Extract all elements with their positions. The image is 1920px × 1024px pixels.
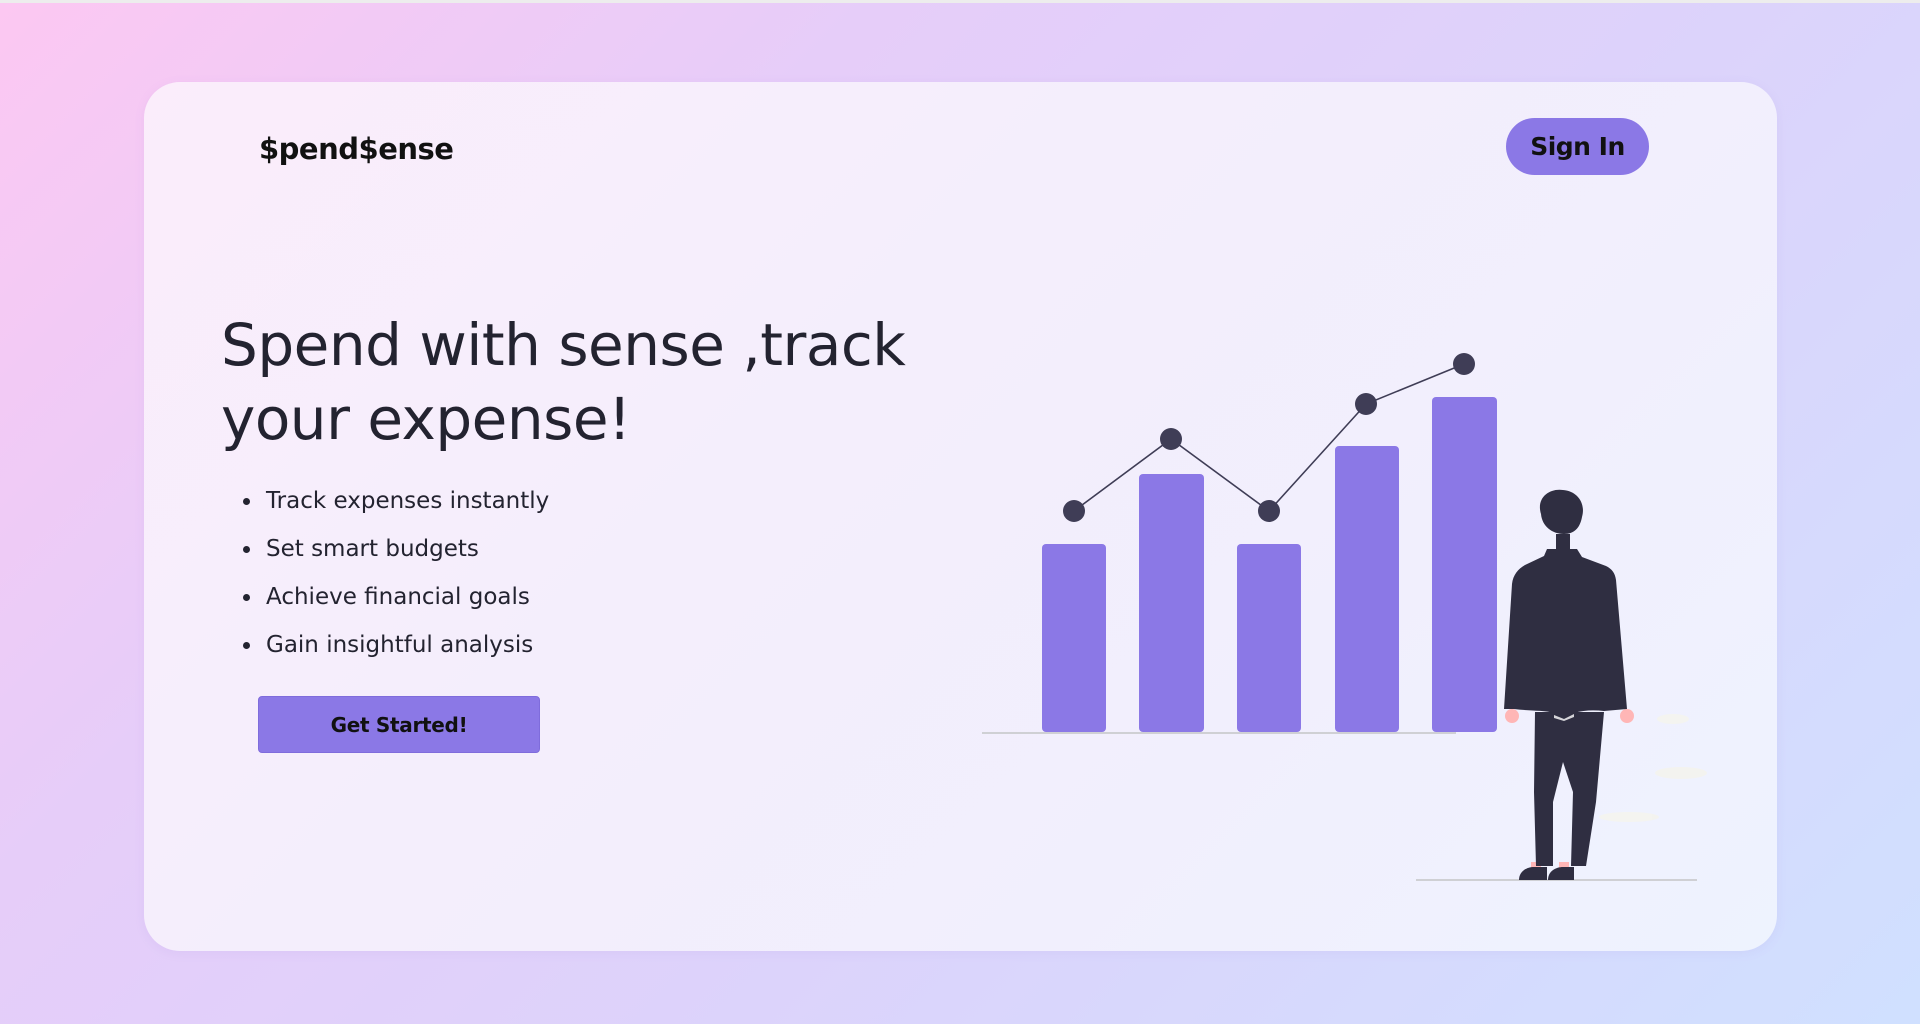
person-shoe: [1519, 867, 1547, 880]
brand-logo[interactable]: $pend$ense: [259, 132, 454, 166]
feature-item: Gain insightful analysis: [242, 621, 549, 669]
feature-list: Track expenses instantly Set smart budge…: [221, 477, 549, 669]
person-jacket: [1504, 549, 1627, 718]
chart-bars: [1042, 397, 1497, 732]
faint-decoration: [1599, 714, 1707, 822]
chart-bar: [1042, 544, 1106, 732]
chart-bar: [1432, 397, 1497, 732]
feature-item: Achieve financial goals: [242, 573, 549, 621]
chart-bar: [1237, 544, 1301, 732]
trend-point: [1355, 393, 1377, 415]
trend-point: [1258, 500, 1280, 522]
chart-bar: [1139, 474, 1204, 732]
person-hand: [1505, 709, 1519, 723]
chart-bar: [1335, 446, 1399, 732]
person-hand: [1620, 709, 1634, 723]
growth-chart-illustration: [982, 353, 1707, 881]
hero-card: $pend$ense Sign In Spend with sense ,tra…: [144, 82, 1777, 951]
hero-headline: Spend with sense ,track your expense!: [221, 311, 906, 453]
trend-point: [1063, 500, 1085, 522]
trend-point: [1453, 353, 1475, 375]
feature-item: Track expenses instantly: [242, 477, 549, 525]
person-hair: [1539, 489, 1583, 534]
feature-item: Set smart budgets: [242, 525, 549, 573]
person-figure: [1504, 489, 1634, 880]
trend-line: [1073, 363, 1465, 513]
sign-in-button[interactable]: Sign In: [1506, 118, 1649, 175]
person-legs: [1534, 712, 1604, 866]
person-shoe: [1548, 867, 1574, 880]
get-started-button[interactable]: Get Started!: [258, 696, 540, 753]
trend-point: [1160, 428, 1182, 450]
trend-points: [1063, 353, 1475, 522]
